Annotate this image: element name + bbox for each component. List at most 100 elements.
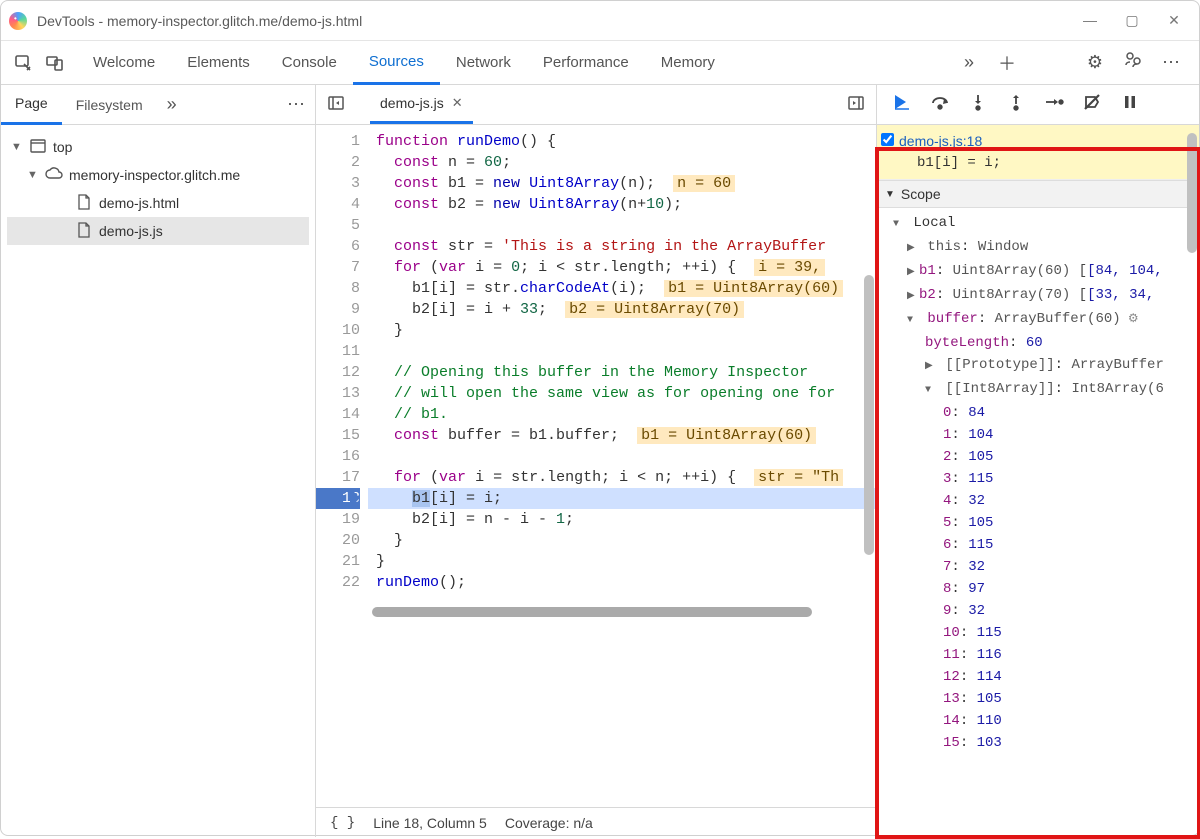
scope-local[interactable]: ▼ Local [885,212,1199,236]
breakpoint-entry[interactable]: demo-js.js:18 b1[i] = i; [877,125,1199,180]
line-number[interactable]: 6 [316,236,360,257]
line-number[interactable]: 14 [316,404,360,425]
code-line[interactable]: const b2 = new Uint8Array(n+10); [368,194,876,215]
code-line[interactable]: // Opening this buffer in the Memory Ins… [368,362,876,383]
main-tab-performance[interactable]: Performance [527,41,645,85]
breakpoint-checkbox[interactable] [881,133,894,146]
account-icon[interactable] [1119,51,1147,74]
device-toggle-icon[interactable] [39,47,71,79]
main-tab-network[interactable]: Network [440,41,527,85]
code-line[interactable] [368,215,876,236]
toggle-debugger-icon[interactable] [842,96,870,114]
code-line[interactable]: function runDemo() { [368,131,876,152]
code-line[interactable]: b1[i] = str.charCodeAt(i); b1 = Uint8Arr… [368,278,876,299]
code-line[interactable]: const str = 'This is a string in the Arr… [368,236,876,257]
line-number[interactable]: 4 [316,194,360,215]
line-number[interactable]: 8 [316,278,360,299]
code-line[interactable]: b1[i] = i; [368,488,876,509]
main-tab-elements[interactable]: Elements [171,41,266,85]
step-into-button[interactable] [961,93,995,116]
line-number[interactable]: 13 [316,383,360,404]
navigator-tab-page[interactable]: Page [1,85,62,125]
code-line[interactable]: const b1 = new Uint8Array(n); n = 60 [368,173,876,194]
line-number[interactable]: 19 [316,509,360,530]
line-number[interactable]: 12 [316,362,360,383]
window-close-button[interactable]: ✕ [1167,12,1181,29]
step-button[interactable] [1037,95,1071,114]
code-line[interactable]: const n = 60; [368,152,876,173]
line-number[interactable]: 16 [316,446,360,467]
scope-int8array[interactable]: ▼ [[Int8Array]]: Int8Array(6 [885,378,1199,402]
code-line[interactable]: runDemo(); [368,572,876,593]
code-line[interactable]: } [368,320,876,341]
navigator-kebab-icon[interactable]: ⋯ [277,94,315,115]
line-number[interactable]: 20 [316,530,360,551]
line-number[interactable]: 10 [316,320,360,341]
scope-prototype[interactable]: ▶ [[Prototype]]: ArrayBuffer [885,354,1199,378]
code-line[interactable]: // will open the same view as for openin… [368,383,876,404]
kebab-menu-icon[interactable]: ⋯ [1157,52,1185,73]
navigator-tab-filesystem[interactable]: Filesystem [62,85,157,125]
scope-section-header[interactable]: ▼ Scope [877,180,1199,208]
main-tab-sources[interactable]: Sources [353,41,440,85]
code-line[interactable]: // b1. [368,404,876,425]
editor-vertical-scrollbar[interactable] [864,275,874,555]
code-line[interactable]: } [368,530,876,551]
line-number[interactable]: 11 [316,341,360,362]
main-tab-welcome[interactable]: Welcome [77,41,171,85]
code-line[interactable] [368,341,876,362]
code-line[interactable]: } [368,551,876,572]
line-number[interactable]: 18 [316,488,360,509]
line-number[interactable]: 2 [316,152,360,173]
array-index-value: 1: 104 [885,424,1199,446]
code-line[interactable]: const buffer = b1.buffer; b1 = Uint8Arra… [368,425,876,446]
scope-this[interactable]: ▶ this: Window [885,236,1199,260]
editor-file-tab[interactable]: demo-js.js ✕ [370,85,473,124]
array-index-value: 3: 115 [885,468,1199,490]
pretty-print-icon[interactable]: { } [330,815,355,831]
line-number[interactable]: 7 [316,257,360,278]
code-line[interactable]: b2[i] = n - i - 1; [368,509,876,530]
navigator-more-tabs-icon[interactable]: » [157,94,187,115]
line-number[interactable]: 1 [316,131,360,152]
inspect-icon[interactable] [7,47,39,79]
main-tab-memory[interactable]: Memory [645,41,731,85]
line-number[interactable]: 5 [316,215,360,236]
editor-horizontal-scrollbar[interactable] [372,607,812,617]
scope-var-b1[interactable]: ▶b1: Uint8Array(60) [[84, 104, [885,260,1199,284]
code-editor[interactable]: 12345678910111213141516171819202122 func… [316,125,876,807]
scope-var-buffer[interactable]: ▼ buffer: ArrayBuffer(60) ⚙ [885,308,1199,332]
window-minimize-button[interactable]: — [1083,12,1097,29]
new-tab-button[interactable]: ＋ [993,50,1021,76]
tree-file-html[interactable]: demo-js.html [7,189,309,217]
close-icon[interactable]: ✕ [452,95,463,111]
code-line[interactable]: for (var i = 0; i < str.length; ++i) { i… [368,257,876,278]
settings-gear-icon[interactable]: ⚙ [1081,52,1109,73]
line-number[interactable]: 3 [316,173,360,194]
resume-button[interactable] [885,93,919,116]
scope-var-b2[interactable]: ▶b2: Uint8Array(70) [[33, 34, [885,284,1199,308]
more-tabs-chevron-icon[interactable]: » [955,52,983,73]
tree-frame-top[interactable]: ▼ top [7,133,309,161]
code-line[interactable] [368,446,876,467]
pause-on-exceptions-button[interactable] [1113,93,1147,116]
line-number[interactable]: 21 [316,551,360,572]
step-over-button[interactable] [923,94,957,115]
main-tab-console[interactable]: Console [266,41,353,85]
deactivate-breakpoints-button[interactable] [1075,93,1109,116]
debugger-panel: demo-js.js:18 b1[i] = i; ▼ Scope ▼ Local… [877,85,1199,837]
debugger-scrollbar[interactable] [1187,133,1197,253]
line-number[interactable]: 15 [316,425,360,446]
line-number[interactable]: 9 [316,299,360,320]
step-out-button[interactable] [999,93,1033,116]
toggle-navigator-icon[interactable] [322,96,350,114]
code-line[interactable]: b2[i] = i + 33; b2 = Uint8Array(70) [368,299,876,320]
line-number[interactable]: 17 [316,467,360,488]
window-maximize-button[interactable]: ▢ [1125,12,1139,29]
code-line[interactable]: for (var i = str.length; i < n; ++i) { s… [368,467,876,488]
array-index-value: 2: 105 [885,446,1199,468]
tree-domain[interactable]: ▼ memory-inspector.glitch.me [7,161,309,189]
line-number[interactable]: 22 [316,572,360,593]
tree-file-js[interactable]: demo-js.js [7,217,309,245]
main-toolbar: WelcomeElementsConsoleSourcesNetworkPerf… [1,41,1199,85]
